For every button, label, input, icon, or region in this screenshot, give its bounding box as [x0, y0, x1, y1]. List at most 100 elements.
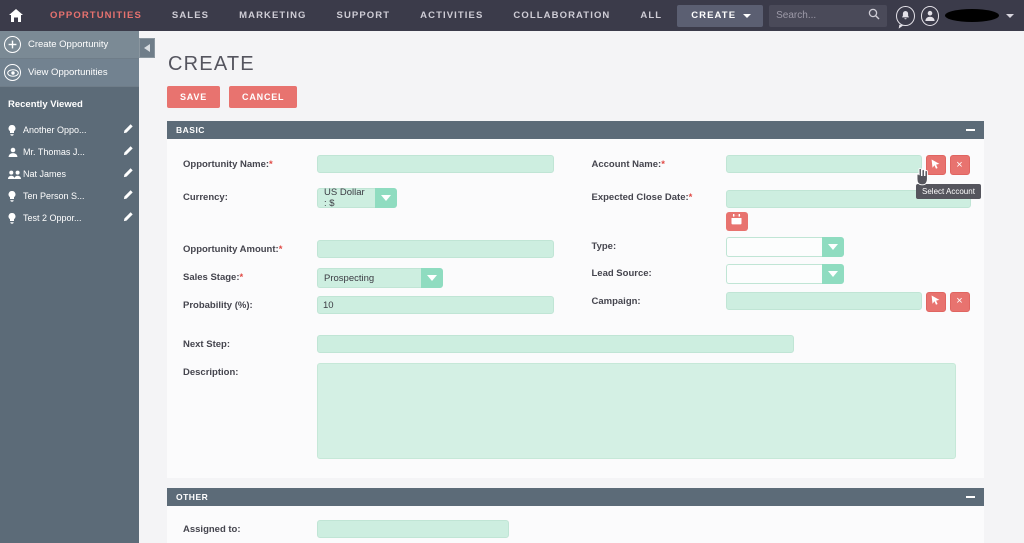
- field-label: Assigned to:: [183, 520, 317, 535]
- chevron-down-icon[interactable]: [821, 263, 844, 284]
- nav-link-sales[interactable]: SALES: [157, 10, 224, 21]
- search-input[interactable]: [776, 10, 869, 21]
- list-item[interactable]: Ten Person S...: [0, 185, 139, 207]
- main-nav-links: OPPORTUNITIES SALES MARKETING SUPPORT AC…: [35, 10, 677, 21]
- label-text: Opportunity Name:: [183, 159, 270, 170]
- list-item-label: Test 2 Oppor...: [23, 213, 82, 223]
- opportunity-amount-input[interactable]: [317, 240, 554, 258]
- lead-source-value: [725, 263, 822, 284]
- label-text: Currency:: [183, 192, 228, 203]
- nav-link-collaboration[interactable]: COLLABORATION: [498, 10, 625, 21]
- account-name-input[interactable]: [725, 155, 922, 173]
- field-label: Opportunity Amount:*: [183, 240, 317, 255]
- home-icon[interactable]: [9, 9, 23, 22]
- basic-panel-body: Opportunity Name: * Currency: US Dollar :…: [167, 139, 984, 478]
- create-dropdown-button[interactable]: CREATE: [677, 4, 764, 27]
- basic-right-column: Account Name: * × Expected Close Date:* T…: [576, 155, 985, 323]
- currency-value: US Dollar : $: [317, 187, 375, 209]
- pencil-icon[interactable]: [123, 190, 133, 202]
- next-step-input[interactable]: [317, 335, 794, 353]
- user-menu-chevron-down-icon[interactable]: [1005, 13, 1014, 18]
- currency-select[interactable]: US Dollar : $: [317, 187, 397, 209]
- chevron-down-icon: [743, 13, 752, 18]
- nav-link-support[interactable]: SUPPORT: [322, 10, 406, 21]
- required-marker: *: [278, 244, 283, 255]
- search-box[interactable]: [769, 4, 888, 27]
- main-content: CREATE SAVE CANCEL BASIC Opportunity Nam…: [139, 31, 1024, 543]
- list-item-label: Nat James: [23, 169, 67, 179]
- field-label: Sales Stage:*: [183, 268, 317, 283]
- nav-link-marketing[interactable]: MARKETING: [224, 10, 321, 21]
- save-button[interactable]: SAVE: [167, 86, 221, 108]
- sales-stage-value: Prospecting: [317, 268, 421, 288]
- contacts-group-icon: [8, 170, 23, 179]
- minus-icon[interactable]: [966, 129, 975, 131]
- search-icon[interactable]: [868, 7, 880, 25]
- bell-notification-icon[interactable]: [896, 5, 915, 29]
- label-text: Next Step:: [183, 339, 230, 350]
- campaign-input[interactable]: [725, 291, 922, 310]
- calendar-picker-button[interactable]: [725, 211, 748, 231]
- pencil-icon[interactable]: [123, 124, 133, 136]
- description-textarea[interactable]: [317, 363, 956, 459]
- label-text: Opportunity Amount:: [183, 244, 279, 255]
- label-text: Campaign:: [591, 295, 641, 307]
- list-item[interactable]: Another Oppo...: [0, 119, 139, 141]
- pencil-icon[interactable]: [123, 212, 133, 224]
- required-marker: *: [239, 272, 244, 283]
- label-text: Account Name:: [591, 159, 662, 170]
- sidebar: Create Opportunity View Opportunities Re…: [0, 31, 139, 543]
- list-item-label: Mr. Thomas J...: [23, 147, 85, 157]
- field-label: Description:: [183, 363, 317, 378]
- select-campaign-button[interactable]: [925, 291, 946, 312]
- other-panel-title: OTHER: [176, 492, 209, 502]
- clear-account-button[interactable]: ×: [949, 155, 970, 175]
- close-x-icon: ×: [956, 158, 963, 171]
- sidebar-item-create-opportunity[interactable]: Create Opportunity: [0, 31, 139, 59]
- clear-campaign-button[interactable]: ×: [949, 291, 970, 312]
- sidebar-item-view-opportunities[interactable]: View Opportunities: [0, 59, 139, 87]
- sidebar-item-label: View Opportunities: [28, 67, 108, 78]
- cancel-button[interactable]: CANCEL: [229, 86, 298, 108]
- required-marker: *: [688, 192, 693, 203]
- field-label: Probability (%):: [183, 296, 317, 311]
- label-text: Type:: [591, 240, 617, 252]
- chevron-down-icon[interactable]: [821, 236, 844, 257]
- field-assigned-to: Assigned to:: [167, 520, 984, 542]
- list-item[interactable]: Test 2 Oppor...: [0, 207, 139, 229]
- list-item[interactable]: Mr. Thomas J...: [0, 141, 139, 163]
- nav-link-all[interactable]: ALL: [625, 10, 677, 21]
- nav-link-opportunities[interactable]: OPPORTUNITIES: [35, 10, 157, 21]
- basic-left-column: Opportunity Name: * Currency: US Dollar :…: [167, 155, 576, 323]
- probability-input[interactable]: [317, 296, 554, 314]
- pencil-icon[interactable]: [123, 168, 133, 180]
- chevron-down-icon[interactable]: [375, 188, 397, 208]
- list-item[interactable]: Nat James: [0, 163, 139, 185]
- lead-source-select[interactable]: [725, 263, 844, 284]
- field-sales-stage: Sales Stage:* Prospecting: [167, 268, 576, 290]
- type-value: [725, 236, 822, 257]
- sales-stage-select[interactable]: Prospecting: [317, 268, 443, 288]
- field-next-step: Next Step:: [167, 335, 984, 357]
- field-account-name: Account Name:* ×: [576, 155, 985, 177]
- minus-icon[interactable]: [966, 496, 975, 498]
- username-redacted: [945, 9, 999, 22]
- select-account-button[interactable]: [925, 155, 946, 175]
- speech-bubble-tail-icon: [898, 24, 904, 29]
- pencil-icon[interactable]: [123, 146, 133, 158]
- field-type: Type:: [576, 236, 985, 259]
- top-action-buttons: SAVE CANCEL: [139, 76, 1024, 108]
- assigned-to-input[interactable]: [317, 520, 509, 538]
- user-avatar-icon[interactable]: [920, 5, 940, 26]
- other-panel-header[interactable]: OTHER: [167, 488, 984, 506]
- chevron-down-icon[interactable]: [421, 268, 443, 288]
- field-label: Type:: [592, 237, 726, 252]
- page-title: CREATE: [168, 53, 255, 75]
- field-campaign: Campaign: ×: [576, 291, 985, 314]
- opportunity-name-input[interactable]: [317, 155, 554, 173]
- sidebar-collapse-toggle[interactable]: [139, 38, 155, 58]
- recently-viewed-title: Recently Viewed: [8, 99, 83, 110]
- basic-panel-header[interactable]: BASIC: [167, 121, 984, 139]
- nav-link-activities[interactable]: ACTIVITIES: [405, 10, 498, 21]
- type-select[interactable]: [725, 236, 844, 257]
